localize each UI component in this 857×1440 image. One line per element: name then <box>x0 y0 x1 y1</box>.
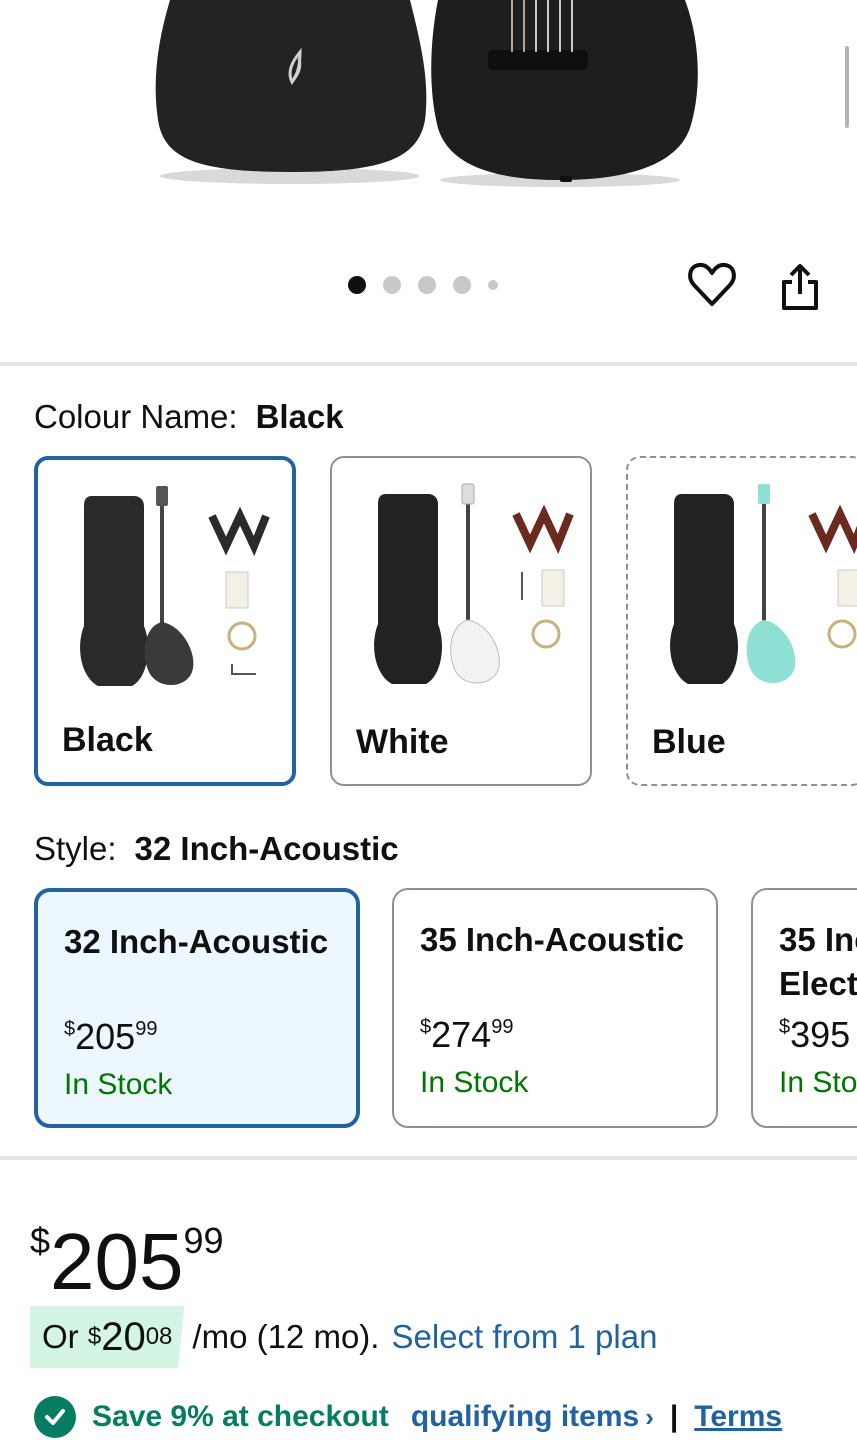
promo-row: Save 9% at checkout qualifying items › |… <box>34 1396 782 1438</box>
wishlist-button[interactable] <box>686 258 738 314</box>
installment-terms: /mo (12 mo). <box>192 1318 380 1355</box>
style-label-row: Style: 32 Inch-Acoustic <box>34 830 399 868</box>
style-option-35-electric[interactable]: 35 Inch-Electric $395 In Stock <box>751 888 857 1128</box>
product-photo <box>155 0 698 187</box>
blue-variant-image <box>670 484 857 684</box>
colour-option-label: White <box>356 723 449 761</box>
style-label: Style: <box>34 830 117 867</box>
colour-selected-value: Black <box>255 398 344 435</box>
qualifying-items-link[interactable]: qualifying items <box>411 1400 639 1434</box>
carousel-dot-3[interactable] <box>418 276 436 294</box>
product-price: $20599 <box>30 1217 224 1306</box>
colour-label: Colour Name: <box>34 398 238 435</box>
style-selected-value: 32 Inch-Acoustic <box>134 830 399 867</box>
black-variant-image <box>80 486 270 686</box>
style-option-title: 35 Inch-Electric <box>779 921 857 1002</box>
style-option-price: $27499 <box>420 1014 514 1055</box>
section-divider <box>0 362 857 366</box>
heart-icon <box>688 262 736 306</box>
carousel-dots[interactable] <box>348 276 498 294</box>
white-variant-image <box>374 483 574 684</box>
share-button[interactable] <box>774 260 826 314</box>
style-option-title: 35 Inch-Acoustic <box>420 921 685 958</box>
colour-label-row: Colour Name: Black <box>34 398 344 436</box>
style-option-35-acoustic[interactable]: 35 Inch-Acoustic $27499 In Stock <box>392 888 718 1128</box>
style-option-title: 32 Inch-Acoustic <box>64 923 329 960</box>
select-plan-link[interactable]: Select from 1 plan <box>391 1318 657 1356</box>
carousel-dot-1[interactable] <box>348 276 366 294</box>
style-option-32-acoustic[interactable]: 32 Inch-Acoustic $20599 In Stock <box>34 888 360 1128</box>
share-icon <box>782 264 818 310</box>
colour-option-white[interactable]: White <box>330 456 592 786</box>
chevron-right-icon: › <box>645 1401 654 1432</box>
terms-link[interactable]: Terms <box>694 1400 782 1434</box>
save-text: Save 9% at checkout <box>92 1400 389 1433</box>
carousel-dot-4[interactable] <box>453 276 471 294</box>
carousel-dot-2[interactable] <box>383 276 401 294</box>
style-option-price: $20599 <box>64 1016 158 1057</box>
section-divider <box>0 1156 857 1160</box>
style-option-price: $395 <box>779 1014 851 1055</box>
style-option-stock: In Stock <box>420 1066 529 1099</box>
colour-option-blue[interactable]: Blue <box>626 456 857 786</box>
colour-option-label: Black <box>62 721 153 759</box>
checkmark-icon <box>34 1396 76 1438</box>
separator: | <box>669 1400 679 1433</box>
style-option-stock: In Stock <box>64 1068 173 1101</box>
style-option-stock: In Stock <box>779 1066 857 1099</box>
installment-amount-badge: Or $20 08 <box>30 1306 185 1368</box>
colour-option-label: Blue <box>652 723 726 761</box>
scrollbar[interactable] <box>845 46 849 128</box>
carousel-dot-5[interactable] <box>488 280 498 290</box>
colour-option-black[interactable]: Black <box>34 456 296 786</box>
installment-row: Or $20 08 /mo (12 mo). Select from 1 plan <box>30 1306 657 1368</box>
